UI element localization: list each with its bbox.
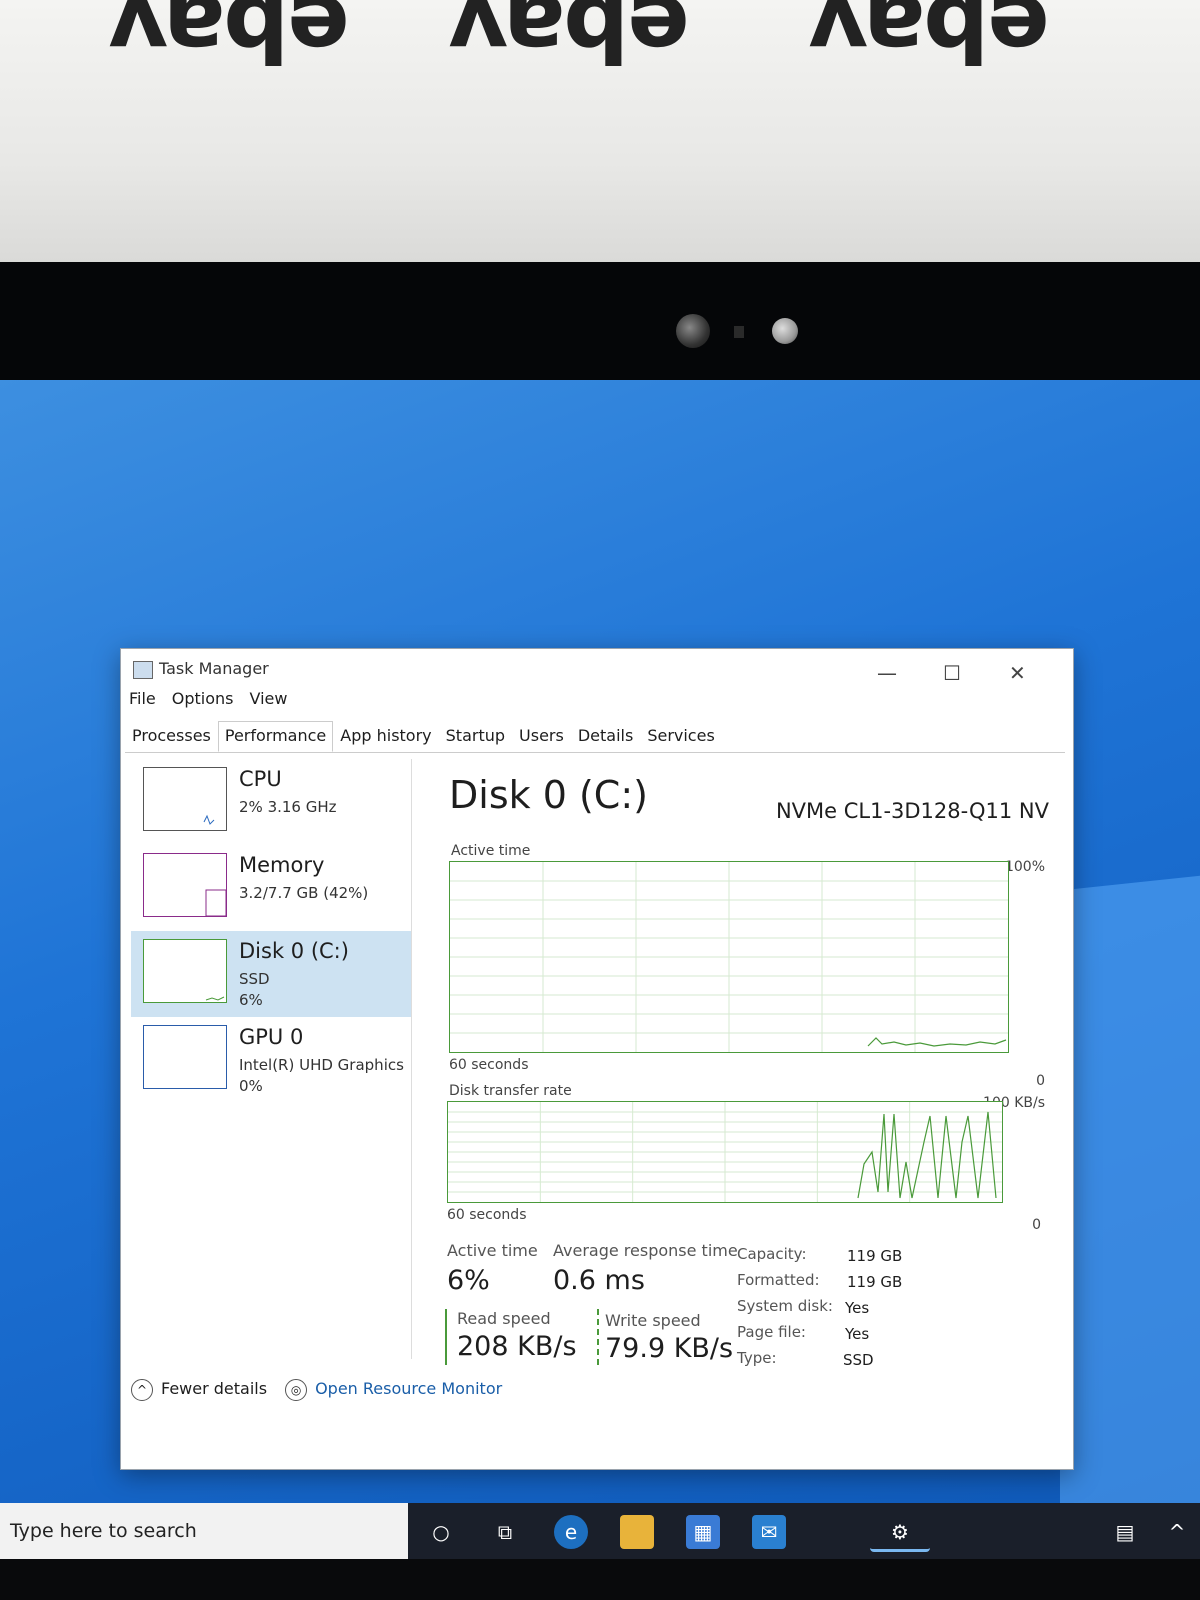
property-value: 119 GB bbox=[847, 1247, 903, 1265]
tab-services[interactable]: Services bbox=[640, 721, 721, 752]
disk-thumbnail bbox=[143, 939, 227, 1003]
sidebar-item-label: Disk 0 (C:) bbox=[239, 939, 349, 963]
disk-title: Disk 0 (C:) bbox=[449, 773, 648, 817]
transfer-rate-graph-label: Disk transfer rate bbox=[449, 1083, 572, 1099]
write-speed-value: 79.9 KB/s bbox=[605, 1333, 734, 1364]
photo-background: ebay ebay ebay bbox=[0, 0, 1200, 270]
laptop-bezel bbox=[0, 262, 1200, 390]
transfer-rate-graph bbox=[447, 1101, 1003, 1203]
active-time-grid bbox=[450, 862, 1008, 1052]
tab-details[interactable]: Details bbox=[571, 721, 640, 752]
sidebar-item-cpu[interactable]: CPU 2% 3.16 GHz bbox=[131, 759, 411, 845]
disk-model: NVMe CL1-3D128-Q11 NV bbox=[775, 799, 1049, 823]
write-speed-label: Write speed bbox=[605, 1311, 701, 1330]
watermark: ebay bbox=[450, 0, 690, 81]
camera-icon bbox=[676, 314, 710, 348]
active-time-stat-value: 6% bbox=[447, 1265, 490, 1296]
chevron-up-icon[interactable]: ^ bbox=[1160, 1515, 1194, 1549]
read-speed-label: Read speed bbox=[457, 1309, 551, 1328]
sidebar-item-gpu[interactable]: GPU 0 Intel(R) UHD Graphics 0% bbox=[131, 1017, 411, 1103]
sidebar-item-label: GPU 0 bbox=[239, 1025, 304, 1049]
resource-monitor-icon: ◎ bbox=[285, 1379, 308, 1401]
footer: ^ Fewer details ◎ Open Resource Monitor bbox=[131, 1379, 502, 1401]
cpu-thumbnail bbox=[143, 767, 227, 831]
menu-view[interactable]: View bbox=[248, 687, 290, 715]
sidebar-item-sub: 2% 3.16 GHz bbox=[239, 798, 337, 816]
news-widget-icon[interactable]: ▤ bbox=[1108, 1515, 1142, 1549]
property-key: System disk: bbox=[737, 1297, 833, 1315]
property-key: Type: bbox=[737, 1349, 777, 1367]
mail-icon[interactable]: ✉ bbox=[752, 1515, 786, 1549]
laptop-chassis bbox=[0, 1559, 1200, 1600]
active-time-graph bbox=[449, 861, 1009, 1053]
fewer-details-label: Fewer details bbox=[161, 1379, 268, 1398]
maximize-button[interactable]: ☐ bbox=[943, 661, 961, 685]
resource-monitor-label: Open Resource Monitor bbox=[315, 1379, 503, 1398]
sidebar-item-label: CPU bbox=[239, 767, 282, 791]
tab-users[interactable]: Users bbox=[512, 721, 571, 752]
transfer-rate-grid bbox=[448, 1102, 1002, 1202]
tab-bar: Processes Performance App history Startu… bbox=[125, 721, 1065, 753]
watermark: ebay bbox=[110, 0, 350, 81]
active-time-graph-max: 100% bbox=[1004, 859, 1045, 875]
task-view-icon[interactable]: ⧉ bbox=[488, 1515, 522, 1549]
fewer-details-button[interactable]: ^ Fewer details bbox=[131, 1379, 267, 1401]
cortana-icon[interactable]: ○ bbox=[424, 1515, 458, 1549]
property-value: Yes bbox=[845, 1325, 870, 1343]
windows-logo-icon bbox=[1060, 869, 1200, 1508]
tab-startup[interactable]: Startup bbox=[439, 721, 512, 752]
open-resource-monitor-link[interactable]: ◎ Open Resource Monitor bbox=[285, 1379, 502, 1401]
property-key: Capacity: bbox=[737, 1245, 807, 1263]
tab-processes[interactable]: Processes bbox=[125, 721, 218, 752]
minimize-button[interactable]: — bbox=[877, 661, 897, 685]
sidebar-item-sub: 3.2/7.7 GB (42%) bbox=[239, 884, 369, 902]
transfer-rate-graph-span: 60 seconds bbox=[447, 1207, 527, 1223]
menu-options[interactable]: Options bbox=[170, 687, 236, 715]
sidebar-item-memory[interactable]: Memory 3.2/7.7 GB (42%) bbox=[131, 845, 411, 931]
avg-response-label: Average response time bbox=[553, 1241, 738, 1260]
active-time-graph-min: 0 bbox=[1036, 1073, 1045, 1089]
task-manager-icon bbox=[133, 661, 153, 679]
avg-response-value: 0.6 ms bbox=[553, 1265, 645, 1296]
sidebar-item-label: Memory bbox=[239, 853, 325, 877]
read-speed-indicator bbox=[445, 1309, 447, 1365]
menu-bar: File Options View bbox=[127, 687, 289, 715]
edge-browser-icon[interactable]: e bbox=[554, 1515, 588, 1549]
file-explorer-icon[interactable] bbox=[620, 1515, 654, 1549]
watermark: ebay bbox=[810, 0, 1050, 81]
active-time-graph-span: 60 seconds bbox=[449, 1057, 529, 1073]
memory-thumbnail bbox=[143, 853, 227, 917]
sidebar-item-disk[interactable]: Disk 0 (C:) SSD 6% bbox=[131, 931, 411, 1017]
property-value: 119 GB bbox=[847, 1273, 903, 1291]
store-icon[interactable]: ▦ bbox=[686, 1515, 720, 1549]
active-time-stat-label: Active time bbox=[447, 1241, 538, 1260]
read-speed-value: 208 KB/s bbox=[457, 1331, 577, 1362]
task-manager-window: Task Manager — ☐ ✕ File Options View Pro… bbox=[120, 648, 1074, 1470]
performance-sidebar: CPU 2% 3.16 GHz Memory 3.2/7.7 GB (42%) … bbox=[131, 759, 412, 1359]
transfer-rate-graph-min: 0 bbox=[1032, 1217, 1041, 1233]
active-time-graph-label: Active time bbox=[451, 843, 531, 859]
sensor-icon bbox=[734, 326, 744, 338]
taskbar-search-box[interactable]: Type here to search bbox=[0, 1503, 408, 1559]
property-value: Yes bbox=[845, 1299, 870, 1317]
menu-file[interactable]: File bbox=[127, 687, 158, 715]
window-title: Task Manager bbox=[159, 659, 269, 678]
property-key: Page file: bbox=[737, 1323, 806, 1341]
taskbar: Type here to search ○ ⧉ e ▦ ✉ ⚙ ▤ ^ bbox=[0, 1503, 1200, 1559]
property-value: SSD bbox=[843, 1351, 874, 1369]
gpu-thumbnail bbox=[143, 1025, 227, 1089]
ir-sensor-icon bbox=[772, 318, 798, 344]
tab-app-history[interactable]: App history bbox=[333, 721, 438, 752]
tab-performance[interactable]: Performance bbox=[217, 721, 334, 752]
sidebar-item-sub: SSD 6% bbox=[239, 970, 270, 1009]
sidebar-item-sub: Intel(R) UHD Graphics 0% bbox=[239, 1056, 404, 1095]
title-bar[interactable]: Task Manager — ☐ ✕ bbox=[121, 649, 1073, 687]
property-key: Formatted: bbox=[737, 1271, 820, 1289]
close-button[interactable]: ✕ bbox=[1009, 661, 1026, 685]
write-speed-indicator bbox=[597, 1309, 599, 1365]
task-manager-taskbar-icon[interactable]: ⚙ bbox=[870, 1515, 930, 1552]
chevron-up-icon: ^ bbox=[131, 1379, 153, 1401]
